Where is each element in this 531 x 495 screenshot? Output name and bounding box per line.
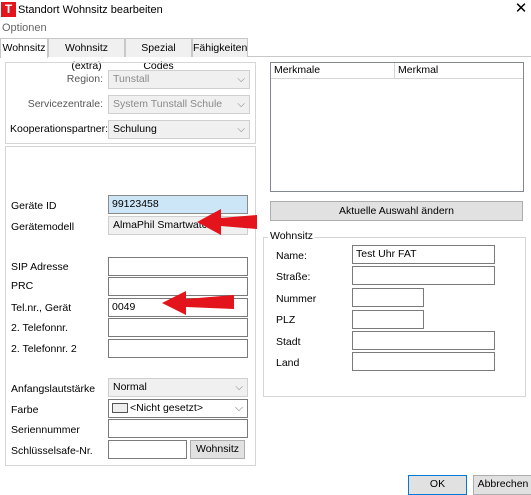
- land-field[interactable]: [352, 352, 495, 371]
- lautstaerke-select[interactable]: Normal ⌵: [108, 378, 248, 397]
- merkmale-list[interactable]: [270, 62, 524, 192]
- merkmal-column-header[interactable]: Merkmal: [395, 63, 523, 79]
- tab-faehigkeiten[interactable]: Fähigkeiten: [192, 38, 248, 57]
- chevron-down-icon: ⌵: [237, 124, 245, 135]
- chevron-down-icon: ⌵: [235, 402, 243, 414]
- window-title: Standort Wohnsitz bearbeiten: [18, 4, 163, 16]
- schluessel-field[interactable]: [108, 440, 187, 459]
- schluessel-label: Schlüsselsafe-Nr.: [11, 445, 93, 457]
- aktuelle-auswahl-button[interactable]: Aktuelle Auswahl ändern: [270, 201, 523, 221]
- ok-button[interactable]: OK: [408, 475, 467, 495]
- abbrechen-button[interactable]: Abbrechen: [473, 475, 531, 495]
- tel3-field[interactable]: [108, 339, 248, 358]
- kooperationspartner-select[interactable]: Schulung ⌵: [108, 120, 250, 139]
- servicezentrale-label: Servicezentrale:: [27, 98, 103, 110]
- plz-label: PLZ: [276, 314, 296, 326]
- prc-label: PRC: [11, 280, 34, 292]
- chevron-down-icon: ⌵: [237, 74, 245, 85]
- nummer-field[interactable]: [352, 288, 424, 307]
- tel2-field[interactable]: [108, 318, 248, 337]
- sip-field[interactable]: [108, 257, 248, 276]
- name-label: Name:: [276, 250, 307, 262]
- menu-optionen[interactable]: Optionen: [2, 22, 47, 34]
- kooperationspartner-label: Kooperationspartner:: [10, 123, 109, 135]
- plz-field[interactable]: [352, 310, 424, 329]
- annotation-arrow-telnr: [162, 291, 234, 315]
- stadt-label: Stadt: [276, 336, 301, 348]
- tel3-label: 2. Telefonnr. 2: [11, 343, 77, 355]
- close-icon[interactable]: ✕: [512, 0, 530, 18]
- farbe-label: Farbe: [11, 404, 39, 416]
- tel2-label: 2. Telefonnr.: [11, 322, 69, 334]
- servicezentrale-select[interactable]: System Tunstall Schule ⌵: [108, 95, 250, 114]
- strasse-label: Straße:: [276, 271, 311, 283]
- seriennummer-field[interactable]: [108, 419, 248, 438]
- region-label: Region:: [66, 73, 103, 85]
- land-label: Land: [276, 357, 300, 369]
- app-logo-icon: T: [1, 2, 16, 17]
- sip-label: SIP Adresse: [11, 261, 69, 273]
- nummer-label: Nummer: [276, 293, 317, 305]
- wohnsitz-button[interactable]: Wohnsitz: [190, 440, 245, 459]
- color-swatch: [112, 403, 128, 414]
- lautstaerke-label: Anfangslautstärke: [11, 383, 96, 395]
- tab-spezial-codes[interactable]: Spezial Codes: [125, 38, 192, 72]
- geraetemodell-label: Gerätemodell: [11, 221, 75, 233]
- farbe-select[interactable]: <Nicht gesetzt> ⌵: [108, 399, 248, 418]
- seriennummer-label: Seriennummer: [11, 424, 80, 436]
- merkmale-column-header[interactable]: Merkmale: [271, 63, 395, 79]
- name-field[interactable]: Test Uhr FAT: [352, 245, 495, 264]
- telnr-label: Tel.nr., Gerät: [11, 302, 72, 314]
- strasse-field[interactable]: [352, 266, 495, 285]
- stadt-field[interactable]: [352, 331, 495, 350]
- region-select[interactable]: Tunstall ⌵: [108, 70, 250, 89]
- chevron-down-icon: ⌵: [237, 99, 245, 110]
- annotation-arrow-geraetemodell: [197, 209, 257, 235]
- geraete-id-label: Geräte ID: [11, 200, 57, 212]
- tab-wohnsitz-extra[interactable]: Wohnsitz (extra): [48, 38, 125, 72]
- wohnsitz-group-label: Wohnsitz: [268, 230, 315, 242]
- chevron-down-icon: ⌵: [235, 382, 243, 393]
- tab-wohnsitz[interactable]: Wohnsitz: [0, 38, 48, 58]
